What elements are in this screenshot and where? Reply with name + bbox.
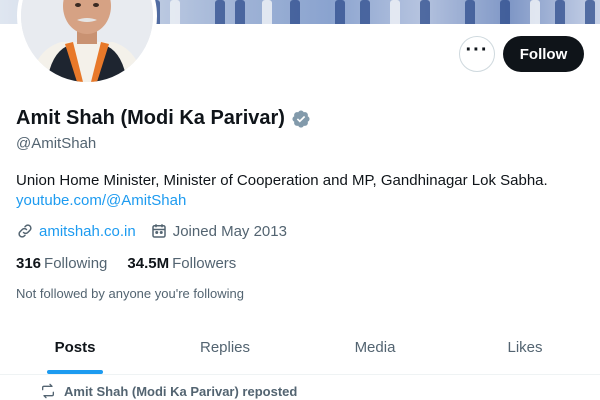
display-name: Amit Shah (Modi Ka Parivar) [16, 107, 285, 129]
followers-stat[interactable]: 34.5M Followers [127, 255, 236, 272]
profile-meta-row: amitshah.co.in Joined May 2013 [16, 222, 301, 240]
tab-media[interactable]: Media [300, 322, 450, 374]
repost-icon [42, 383, 54, 399]
verified-badge-icon[interactable] [291, 109, 311, 129]
more-horizontal-icon: ··· [465, 39, 489, 61]
tab-label: Posts [54, 339, 96, 356]
more-options-button[interactable]: ··· [459, 36, 495, 72]
followers-label: Followers [172, 255, 237, 272]
follow-stats: 316 Following 34.5M Followers [16, 255, 256, 272]
followers-count: 34.5M [127, 255, 170, 272]
following-label: Following [44, 255, 108, 272]
calendar-icon [151, 224, 166, 238]
repost-indicator: Amit Shah (Modi Ka Parivar) reposted [40, 383, 297, 399]
not-followed-notice: Not followed by anyone you're following [16, 286, 244, 301]
bio-link[interactable]: youtube.com/@AmitShah [16, 191, 186, 211]
tab-label: Media [354, 339, 396, 356]
profile-bio: Union Home Minister, Minister of Coopera… [16, 172, 548, 189]
link-icon [18, 224, 32, 238]
website-link[interactable]: amitshah.co.in [39, 223, 136, 240]
profile-name-row: Amit Shah (Modi Ka Parivar) [16, 107, 311, 130]
repost-text[interactable]: Amit Shah (Modi Ka Parivar) reposted [64, 384, 297, 399]
profile-avatar[interactable] [17, 0, 157, 86]
tab-label: Likes [507, 339, 543, 356]
profile-tabs: Posts Replies Media Likes [0, 322, 600, 375]
tab-replies[interactable]: Replies [150, 322, 300, 374]
tab-posts[interactable]: Posts [0, 322, 150, 374]
profile-handle: @AmitShah [16, 135, 97, 152]
following-stat[interactable]: 316 Following [16, 255, 107, 272]
tab-likes[interactable]: Likes [450, 322, 600, 374]
active-tab-indicator [47, 370, 103, 374]
website-item[interactable]: amitshah.co.in [16, 222, 136, 240]
tab-label: Replies [199, 339, 251, 356]
joined-date: Joined May 2013 [172, 222, 287, 240]
following-count: 316 [16, 255, 42, 272]
follow-button[interactable]: Follow [503, 36, 584, 72]
joined-item: Joined May 2013 [150, 222, 287, 240]
